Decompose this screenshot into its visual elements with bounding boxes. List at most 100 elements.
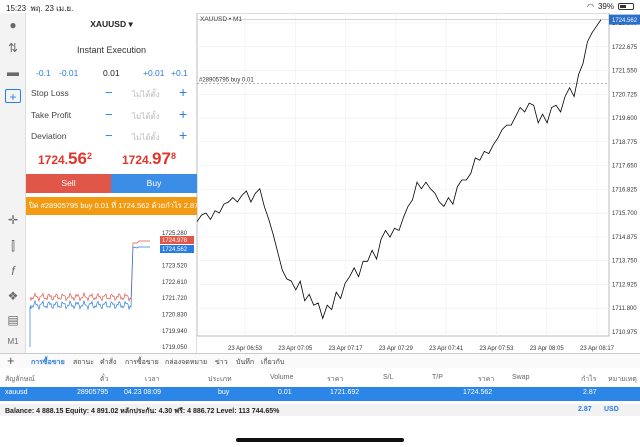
stop-loss-value[interactable]: ไม่ได้ตั้ง <box>132 88 160 101</box>
new-order-icon[interactable]: + <box>5 89 21 104</box>
tab-mailbox[interactable]: กล่องจดหมาย <box>165 357 207 368</box>
current-price-label: 1724.562 <box>612 18 638 24</box>
chat-icon[interactable]: ▬ <box>5 65 21 79</box>
row-symbol: xauusd <box>5 389 28 396</box>
col-type: ประเภท <box>208 376 232 383</box>
col-time: เวลา <box>145 376 160 383</box>
battery-icon <box>618 3 634 10</box>
ask-tag-label: 1724.978 <box>162 238 188 244</box>
timeframe-button[interactable]: M1 <box>5 335 21 349</box>
tab-history[interactable]: การซื้อขาย <box>125 357 159 368</box>
stop-loss-label: Stop Loss <box>31 88 69 98</box>
home-indicator <box>236 438 404 442</box>
tab-about[interactable]: เกี่ยวกับ <box>261 357 284 368</box>
deviation-plus-button[interactable]: + <box>179 127 187 143</box>
tick-y-label: 1722.610 <box>162 280 188 286</box>
table-row[interactable]: xauusd 28905795 04.23 08:09 buy 0.01 172… <box>0 387 640 401</box>
execution-mode[interactable]: Instant Execution <box>26 45 197 55</box>
take-profit-minus-button[interactable]: − <box>105 107 113 122</box>
take-profit-label: Take Profit <box>31 110 72 120</box>
col-ticket: ตั๋ว <box>100 376 109 383</box>
left-toolbar: ● ⇅ ▬ + ✛ ⫿ f ❖ ▤ M1 <box>0 13 26 353</box>
x-tick-label: 23 Apr 08:05 <box>530 346 565 352</box>
y-tick-label: 1710.975 <box>612 330 638 336</box>
ask-price: 1724.978 <box>122 149 176 168</box>
crosshair-icon[interactable]: ✛ <box>5 213 21 227</box>
y-tick-label: 1711.800 <box>612 306 637 312</box>
y-tick-label: 1713.750 <box>612 259 638 265</box>
account-currency: USD <box>604 406 619 413</box>
arrows-icon[interactable]: ⇅ <box>5 41 21 55</box>
bid-price: 1724.562 <box>38 149 92 168</box>
close-position-button[interactable]: ปิด #28905795 buy 0.01 ที่ 1724.562 ด้วย… <box>26 197 197 215</box>
x-tick-label: 23 Apr 07:29 <box>379 346 414 352</box>
battery-percent: 39% <box>597 2 614 11</box>
y-tick-label: 1721.550 <box>612 69 638 75</box>
tick-y-label: 1719.050 <box>162 345 188 349</box>
row-volume: 0.01 <box>278 389 292 396</box>
y-tick-label: 1722.675 <box>612 45 638 51</box>
order-line-label: #28905795 buy 0.01 <box>199 77 254 83</box>
template-icon[interactable]: ▤ <box>5 313 21 327</box>
col-profit: กำไร <box>581 376 597 383</box>
row-type: buy <box>218 389 230 396</box>
volume-plus-big-button[interactable]: +0.1 <box>171 68 188 78</box>
take-profit-plus-button[interactable]: + <box>179 106 187 122</box>
trade-panel: XAUUSD ▾ Instant Execution -0.1 -0.01 0.… <box>26 13 197 353</box>
function-icon[interactable]: f <box>5 264 21 278</box>
volume-minus-small-button[interactable]: -0.01 <box>59 68 78 78</box>
take-profit-row: Take Profit − ไม่ได้ตั้ง + <box>26 106 197 123</box>
col-swap: Swap <box>512 374 530 381</box>
row-profit: 2.87 <box>583 389 597 396</box>
y-tick-label: 1719.600 <box>612 116 638 122</box>
x-tick-label: 23 Apr 06:53 <box>228 346 263 352</box>
stop-loss-minus-button[interactable]: − <box>105 85 113 100</box>
bid-trace <box>29 246 150 311</box>
tab-trade[interactable]: การซื้อขาย <box>31 357 65 368</box>
wifi-icon: ◠ <box>587 2 594 11</box>
total-profit: 2.87 <box>578 406 592 413</box>
tab-orders[interactable]: คำสั่ง <box>100 357 116 368</box>
deviation-minus-button[interactable]: − <box>105 128 113 143</box>
stop-loss-row: Stop Loss − ไม่ได้ตั้ง + <box>26 84 197 101</box>
deviation-value[interactable]: ไม่ได้ตั้ง <box>132 131 160 144</box>
y-tick-label: 1720.725 <box>612 92 638 98</box>
symbol-selector[interactable]: XAUUSD ▾ <box>26 19 197 30</box>
buy-button[interactable]: Buy <box>111 174 197 193</box>
x-tick-label: 23 Apr 07:53 <box>479 346 514 352</box>
positions-table-header: สัญลักษณ์ ตั๋ว เวลา ประเภท Volume ราคา S… <box>0 372 640 384</box>
volume-value[interactable]: 0.01 <box>103 68 120 78</box>
y-tick-label: 1718.775 <box>612 140 638 146</box>
tab-news[interactable]: ข่าว <box>215 357 228 368</box>
account-summary: Balance: 4 888.15 Equity: 4 891.02 หลักป… <box>0 404 640 416</box>
tab-journal[interactable]: บันทึก <box>236 357 254 368</box>
objects-icon[interactable]: ❖ <box>5 289 21 303</box>
row-current-price: 1724.562 <box>463 389 493 396</box>
volume-minus-big-button[interactable]: -0.1 <box>36 68 51 78</box>
row-time: 04.23 08:09 <box>124 389 161 396</box>
x-tick-label: 23 Apr 08:17 <box>580 346 615 352</box>
indicator-icon[interactable]: ⫿ <box>5 239 21 253</box>
col-price: ราคา <box>327 376 344 383</box>
sell-button[interactable]: Sell <box>26 174 111 193</box>
price-chart[interactable]: XAUUSD • M1 #28905795 buy 0.01 1723.8001… <box>197 13 640 353</box>
tick-y-label: 1721.720 <box>162 296 188 302</box>
col-volume: Volume <box>270 374 294 381</box>
bid-tag-label: 1724.562 <box>162 247 188 253</box>
volume-stepper: -0.1 -0.01 0.01 +0.01 +0.1 <box>26 68 197 80</box>
stop-loss-plus-button[interactable]: + <box>179 84 187 100</box>
x-tick-label: 23 Apr 07:41 <box>429 346 464 352</box>
col-symbol: สัญลักษณ์ <box>5 376 35 383</box>
volume-plus-small-button[interactable]: +0.01 <box>143 68 165 78</box>
add-icon[interactable]: + <box>7 353 15 368</box>
row-price: 1721.692 <box>330 389 360 396</box>
take-profit-value[interactable]: ไม่ได้ตั้ง <box>132 110 160 123</box>
col-comment: หมายเหตุ <box>608 376 637 383</box>
col-sl: S/L <box>383 374 394 381</box>
deviation-row: Deviation − ไม่ได้ตั้ง + <box>26 127 197 144</box>
balance-text: Balance: 4 888.15 Equity: 4 891.02 หลักป… <box>5 408 280 415</box>
user-icon[interactable]: ● <box>5 18 21 32</box>
tab-exposure[interactable]: สถานะ <box>73 357 94 368</box>
tick-y-label: 1720.830 <box>162 313 188 319</box>
row-ticket: 28905795 <box>77 389 109 396</box>
